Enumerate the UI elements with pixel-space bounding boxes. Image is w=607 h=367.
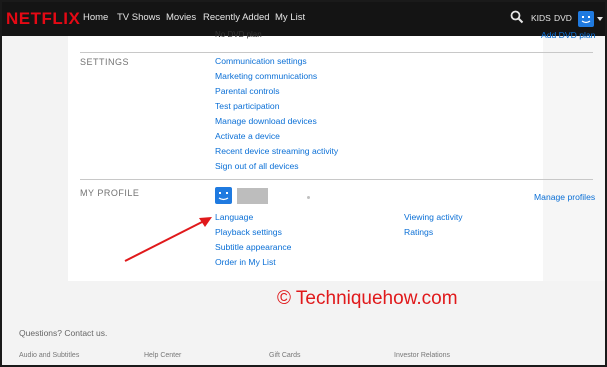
top-nav-bar: NETFLIX Home TV Shows Movies Recently Ad… [2,2,605,36]
profile-avatar-icon[interactable] [578,11,594,27]
annotation-arrow-icon [124,217,212,262]
footer-link-audio-subtitles[interactable]: Audio and Subtitles [19,352,79,359]
account-content: No DVD plan Add DVD plan SETTINGS Commun… [2,30,605,365]
dvd-link[interactable]: DVD [554,13,572,23]
nav-home[interactable]: Home [83,12,108,23]
nav-movies[interactable]: Movies [166,12,196,23]
netflix-logo[interactable]: NETFLIX [6,9,80,29]
nav-recently-added[interactable]: Recently Added [203,12,270,23]
screenshot-frame: NETFLIX Home TV Shows Movies Recently Ad… [0,0,607,367]
nav-my-list[interactable]: My List [275,12,305,23]
footer-link-help-center[interactable]: Help Center [144,352,181,359]
kids-link[interactable]: KIDS [531,13,551,23]
watermark-text: © Techniquehow.com [277,288,458,309]
footer-link-investor-relations[interactable]: Investor Relations [394,352,450,359]
footer-link-gift-cards[interactable]: Gift Cards [269,352,301,359]
search-icon[interactable] [510,10,524,24]
footer-contact[interactable]: Questions? Contact us. [19,328,107,338]
nav-tv-shows[interactable]: TV Shows [117,12,160,23]
chevron-down-icon[interactable] [597,17,603,21]
